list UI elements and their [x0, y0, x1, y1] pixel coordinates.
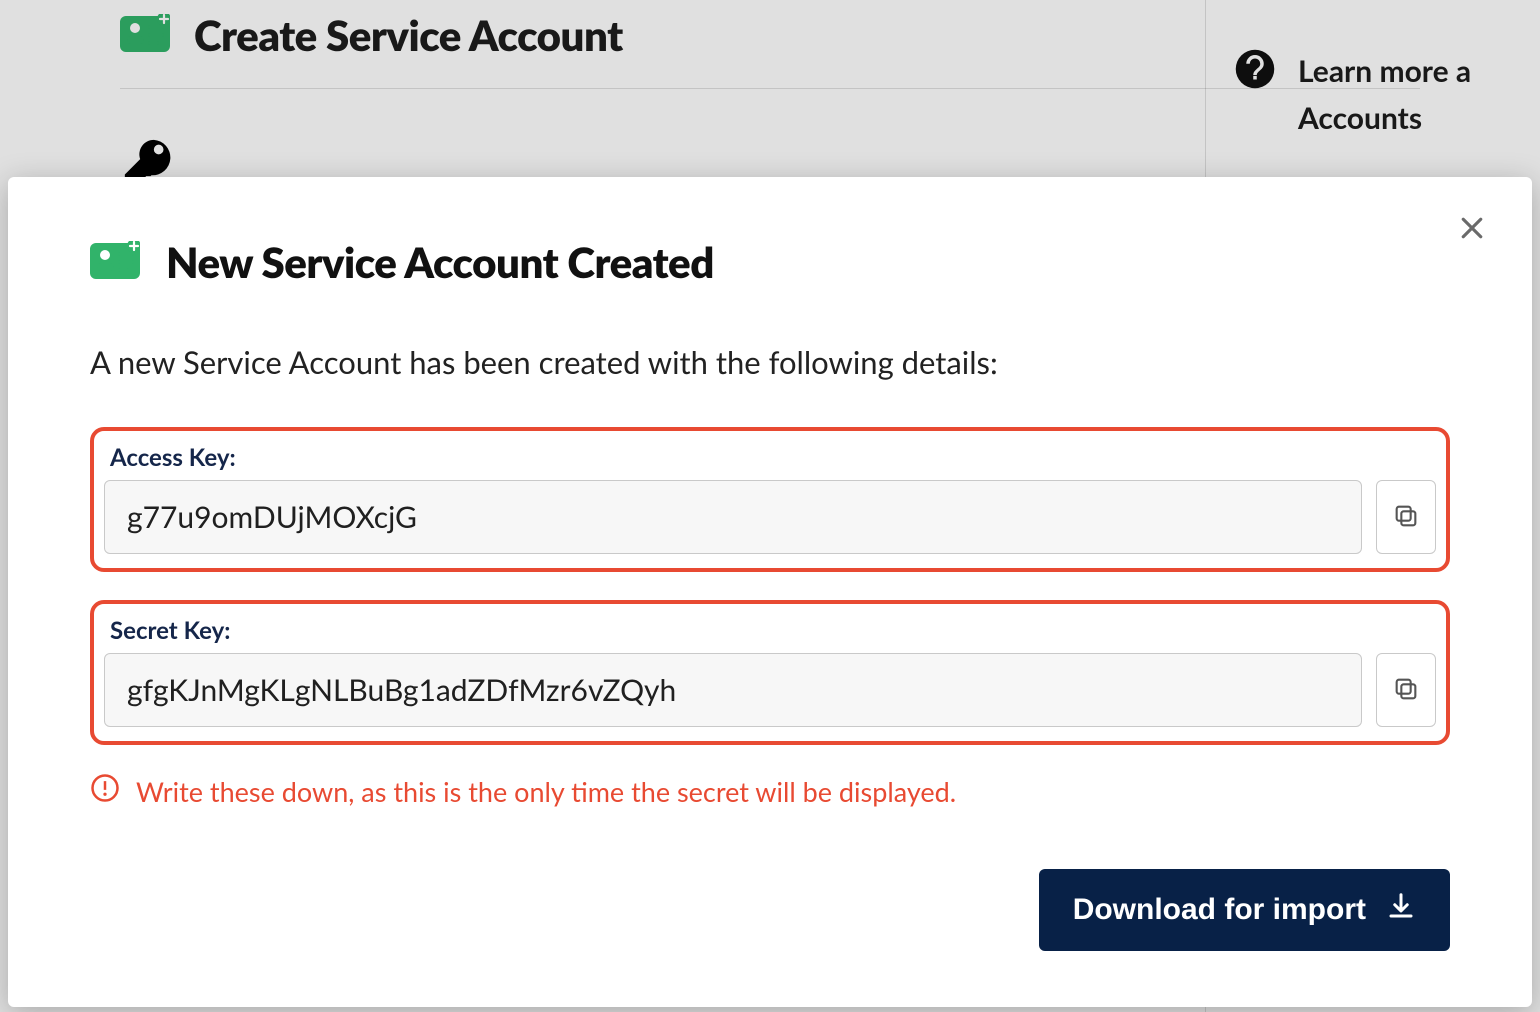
copy-access-key-button[interactable] — [1376, 480, 1436, 554]
warning-text: Write these down, as this is the only ti… — [136, 775, 956, 808]
access-key-box: Access Key: — [90, 427, 1450, 572]
service-account-created-dialog: New Service Account Created A new Servic… — [8, 177, 1532, 1007]
close-icon — [1457, 213, 1487, 246]
warning-icon — [90, 773, 120, 809]
secret-key-label: Secret Key: — [104, 612, 1436, 653]
access-key-label: Access Key: — [104, 439, 1436, 480]
warning-row: Write these down, as this is the only ti… — [90, 773, 1450, 809]
download-icon — [1386, 891, 1416, 929]
secret-key-field[interactable] — [104, 653, 1362, 727]
download-label: Download for import — [1073, 893, 1366, 927]
dialog-actions: Download for import — [90, 869, 1450, 951]
copy-icon — [1392, 675, 1420, 706]
dialog-title: New Service Account Created — [166, 237, 714, 287]
secret-key-box: Secret Key: — [90, 600, 1450, 745]
download-for-import-button[interactable]: Download for import — [1039, 869, 1450, 951]
dialog-description: A new Service Account has been created w… — [90, 343, 1450, 381]
close-button[interactable] — [1448, 205, 1496, 253]
id-card-plus-icon — [90, 241, 140, 283]
access-key-field[interactable] — [104, 480, 1362, 554]
dialog-title-row: New Service Account Created — [90, 237, 1450, 287]
copy-icon — [1392, 502, 1420, 533]
copy-secret-key-button[interactable] — [1376, 653, 1436, 727]
